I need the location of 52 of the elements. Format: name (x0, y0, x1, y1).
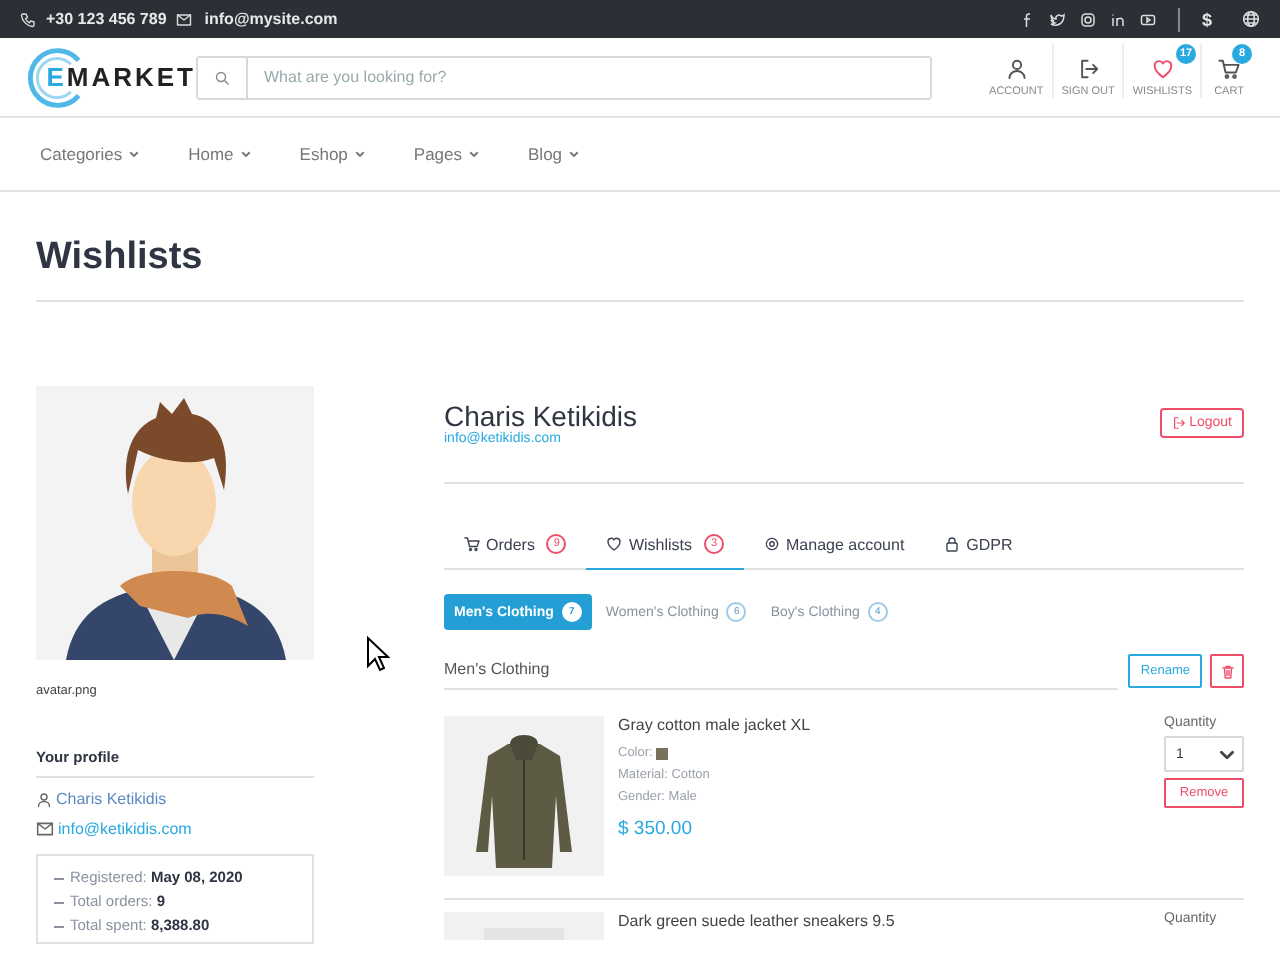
price: $ 350.00 (618, 818, 694, 840)
account-tab[interactable]: GDPR (924, 528, 1033, 570)
phone-icon (20, 11, 36, 27)
search-field[interactable]: What are you looking for? (196, 55, 932, 99)
email-link[interactable]: info@mysite.com (204, 10, 338, 28)
phone-number: +30 123 456 789 (46, 10, 167, 28)
social-icon[interactable] (1079, 11, 1096, 27)
profile-name: Charis Ketikidis (56, 790, 167, 808)
dash-icon (54, 901, 64, 904)
lock-icon (944, 536, 961, 552)
dash-icon (54, 925, 64, 928)
cart-icon (464, 536, 480, 552)
product-title[interactable]: Gray cotton male jacket XL (618, 716, 1150, 734)
search-icon (214, 69, 230, 85)
product-title[interactable]: Dark green suede leather sneakers 9.5 (618, 912, 1150, 930)
nav-menu-item[interactable]: Pages (413, 144, 481, 164)
nav-menu-item[interactable]: Home (188, 144, 252, 164)
currency-selector[interactable]: $ (1201, 9, 1212, 29)
chevron-down-icon (568, 148, 581, 160)
mail-icon (36, 820, 54, 838)
user-icon (36, 791, 52, 807)
mail-icon (176, 11, 193, 27)
logo-text[interactable]: EMARKET (46, 62, 196, 92)
delete-button[interactable] (1210, 654, 1244, 688)
social-icon[interactable] (1139, 11, 1156, 27)
chevron-down-icon (353, 148, 366, 160)
sign-out-icon (1077, 57, 1100, 79)
heart-icon (1151, 57, 1174, 79)
social-icon[interactable] (1049, 11, 1066, 27)
dash-icon (54, 877, 64, 880)
mouse-cursor-icon (366, 636, 390, 672)
chevron-down-icon (128, 148, 141, 160)
cart-icon (1218, 57, 1240, 79)
gear-icon (764, 536, 781, 552)
user-name: Charis Ketikidis (444, 400, 637, 432)
email-link[interactable]: info@ketikidis.com (58, 820, 192, 838)
trash-icon (1219, 663, 1235, 679)
nav-menu-item[interactable]: Categories (40, 144, 141, 164)
heart-icon (606, 536, 623, 552)
social-icon[interactable] (1109, 11, 1126, 27)
nav-menu-item[interactable]: Blog (528, 144, 581, 164)
chevron-down-icon (239, 148, 252, 160)
user-icon (1005, 57, 1028, 79)
account-tab[interactable]: Manage account (744, 528, 925, 570)
chevron-down-icon (1218, 745, 1236, 763)
nav-menu-item[interactable]: Eshop (299, 144, 366, 164)
social-icon[interactable] (1019, 11, 1036, 27)
globe-icon[interactable] (1242, 10, 1260, 28)
chevron-down-icon (468, 148, 481, 160)
sign-out-icon (1171, 416, 1186, 430)
list-title: Men's Clothing (444, 652, 1119, 690)
page-title: Wishlists (36, 236, 1244, 302)
